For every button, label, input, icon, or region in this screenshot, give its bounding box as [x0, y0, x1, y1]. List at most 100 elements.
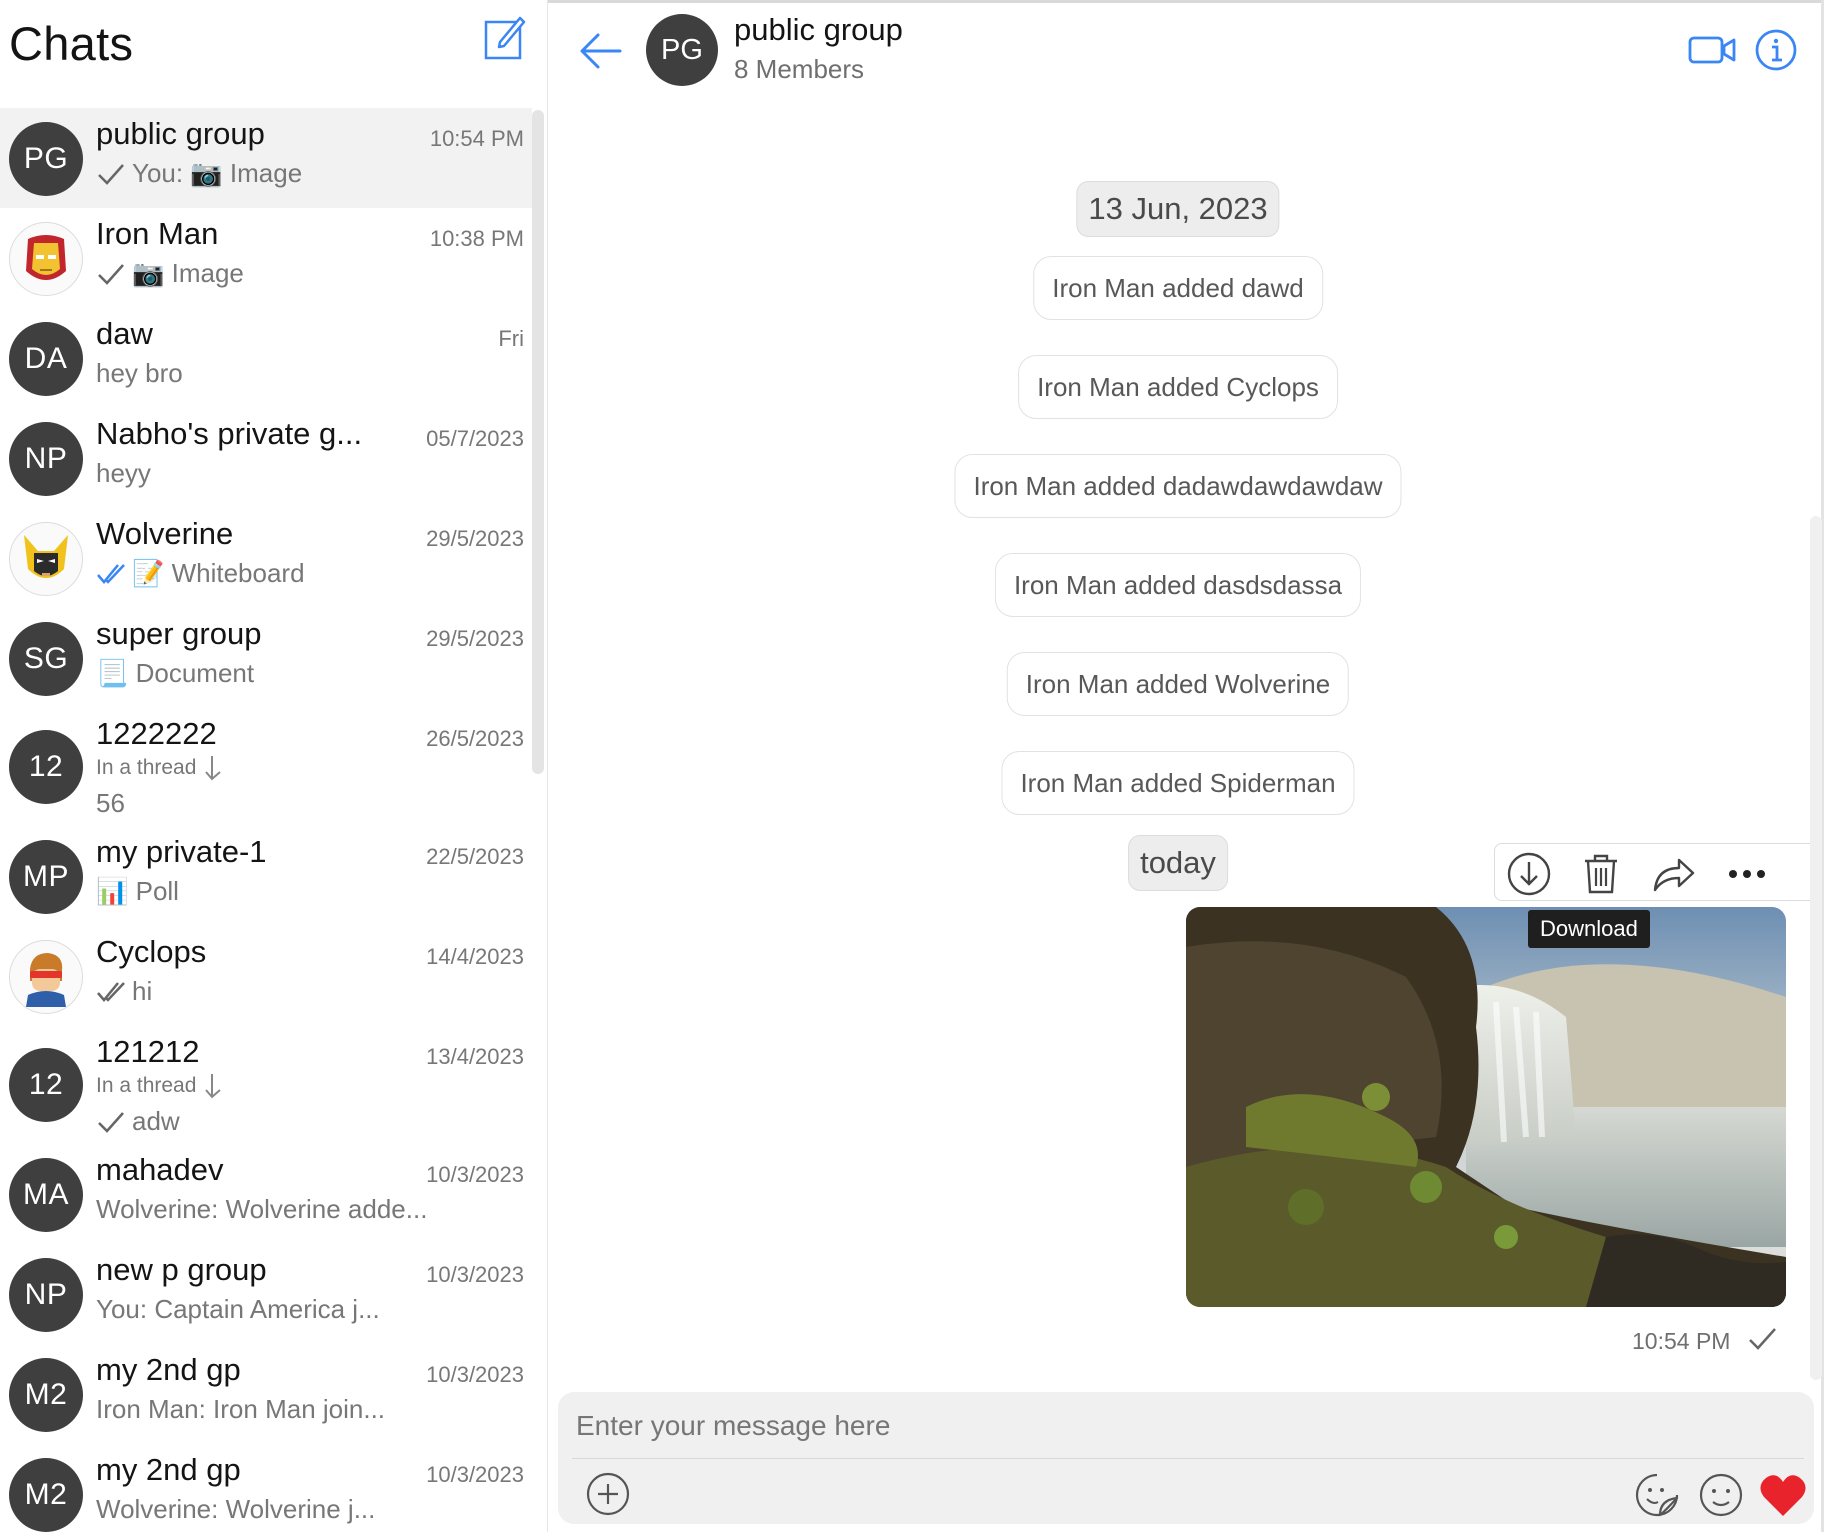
check-icon: [98, 1111, 124, 1133]
video-call-icon[interactable]: [1688, 34, 1736, 66]
message-action-bar: [1494, 843, 1818, 901]
check-icon: [98, 163, 124, 185]
check-icon: [1749, 1328, 1776, 1350]
action-message: Iron Man added Cyclops: [1018, 355, 1338, 419]
avatar: M2: [9, 1358, 83, 1432]
chat-time: 10:54 PM: [429, 126, 524, 151]
date-separator: today: [1128, 835, 1228, 891]
image-message[interactable]: [1186, 907, 1786, 1307]
chat-name: Iron Man: [96, 216, 219, 251]
chat-preview-row: Wolverine: Wolverine j...: [96, 1494, 375, 1525]
info-icon[interactable]: [1754, 28, 1798, 72]
double-check-icon: [97, 981, 125, 1002]
chat-item-iron-man[interactable]: Iron Man 10:38 PM 📷 Image: [0, 208, 532, 308]
conversation-panel: PG public group 8 Members 13 Jun, 2023 I…: [548, 0, 1824, 1532]
chat-name: 1222222: [96, 716, 217, 751]
chat-time: 10/3/2023: [426, 1162, 524, 1187]
chat-preview-row: Iron Man: Iron Man join...: [96, 1394, 385, 1425]
chat-item-my-private-1[interactable]: MP my private-1 22/5/2023 📊 Poll: [0, 826, 532, 926]
chat-time: 10/3/2023: [426, 1362, 524, 1387]
chat-sidebar: Chats PG public group 10:54 PM You: 📷 Im…: [0, 0, 548, 1532]
chat-preview: You: Captain America j...: [96, 1294, 380, 1324]
chat-name: my 2nd gp: [96, 1352, 241, 1387]
chat-item-mahadev[interactable]: MA mahadev 10/3/2023 Wolverine: Wolverin…: [0, 1144, 532, 1244]
download-icon[interactable]: [1507, 852, 1551, 896]
forward-icon[interactable]: [1651, 852, 1695, 896]
chat-preview-row: 📷 Image: [96, 258, 244, 289]
chat-preview: 📝 Whiteboard: [132, 558, 305, 588]
message-input[interactable]: [574, 1400, 1678, 1452]
wolverine-avatar-icon: [24, 535, 68, 578]
chat-preview: 56: [96, 788, 125, 818]
chat-name: public group: [96, 116, 265, 151]
thread-arrow-icon: [205, 1074, 222, 1099]
compose-icon[interactable]: [484, 14, 526, 62]
message-time: 10:54 PM: [1632, 1328, 1731, 1354]
chat-item-1222222[interactable]: 12 1222222 26/5/2023 In a thread 56: [0, 708, 532, 826]
avatar: 12: [9, 1048, 83, 1122]
chat-name: 121212: [96, 1034, 200, 1069]
chat-preview-row: 📝 Whiteboard: [96, 558, 305, 589]
action-message: Iron Man added Wolverine: [1006, 652, 1350, 716]
chat-preview-row: hi: [96, 976, 152, 1007]
chat-preview: You: 📷 Image: [132, 158, 303, 188]
action-message: Iron Man added dasdsdassa: [994, 553, 1362, 617]
chat-preview-row: Wolverine: Wolverine adde...: [96, 1194, 427, 1225]
chat-item-my-2nd-gp[interactable]: M2 my 2nd gp 10/3/2023 Iron Man: Iron Ma…: [0, 1344, 532, 1444]
chat-item-daw[interactable]: DA daw Fri hey bro: [0, 308, 532, 408]
avatar: [9, 222, 83, 296]
more-icon[interactable]: [1725, 852, 1769, 896]
chat-item-new-p-group[interactable]: NP new p group 10/3/2023 You: Captain Am…: [0, 1244, 532, 1344]
iron-man-avatar-icon: [26, 235, 66, 280]
chat-name: my private-1: [96, 834, 267, 869]
chat-item-super-group[interactable]: SG super group 29/5/2023 📃 Document: [0, 608, 532, 708]
chat-name: daw: [96, 316, 153, 351]
sidebar-scrollbar[interactable]: [532, 110, 544, 774]
action-message: Iron Man added dawd: [1033, 256, 1323, 320]
chat-preview: adw: [132, 1106, 180, 1136]
thread-arrow-icon: [205, 756, 222, 781]
chat-item-cyclops[interactable]: Cyclops 14/4/2023 hi: [0, 926, 532, 1026]
chat-item-my-2nd-gp[interactable]: M2 my 2nd gp 10/3/2023 Wolverine: Wolver…: [0, 1444, 532, 1532]
chat-preview-row: 56: [96, 788, 125, 819]
trash-icon[interactable]: [1579, 852, 1623, 896]
chat-name: Wolverine: [96, 516, 234, 551]
avatar: [9, 940, 83, 1014]
conversation-scrollbar[interactable]: [1810, 516, 1822, 1380]
emoji-icon[interactable]: [1698, 1472, 1744, 1518]
chat-item-public-group[interactable]: PG public group 10:54 PM You: 📷 Image: [0, 108, 532, 208]
chat-name: my 2nd gp: [96, 1452, 241, 1487]
chat-time: 13/4/2023: [426, 1044, 524, 1069]
avatar: NP: [9, 1258, 83, 1332]
chat-preview: Wolverine: Wolverine j...: [96, 1494, 376, 1524]
heart-icon[interactable]: [1758, 1472, 1808, 1518]
back-arrow-icon[interactable]: [578, 30, 624, 72]
chat-preview: 📷 Image: [132, 258, 244, 288]
sticker-icon[interactable]: [1634, 1472, 1680, 1518]
chat-item-121212[interactable]: 12 121212 13/4/2023 In a thread adw: [0, 1026, 532, 1144]
thread-label: In a thread: [96, 756, 197, 779]
action-message: Iron Man added Spiderman: [1001, 751, 1355, 815]
chat-name: Cyclops: [96, 934, 207, 969]
chat-preview: hi: [132, 976, 153, 1006]
plus-icon[interactable]: [586, 1472, 630, 1516]
chat-preview: heyy: [96, 458, 151, 488]
chat-preview: Wolverine: Wolverine adde...: [96, 1194, 428, 1224]
chat-time: 05/7/2023: [426, 426, 524, 451]
member-count: 8 Members: [734, 54, 865, 84]
avatar: [9, 522, 83, 596]
chat-item-nabhos-private-group[interactable]: NP Nabho's private g... 05/7/2023 heyy: [0, 408, 532, 508]
thread-label-row: In a thread: [96, 754, 226, 782]
chat-preview: hey bro: [96, 358, 183, 388]
group-name: public group: [734, 12, 903, 47]
chat-preview-row: adw: [96, 1106, 180, 1137]
chat-time: 26/5/2023: [426, 726, 524, 751]
group-avatar[interactable]: PG: [646, 14, 718, 86]
chat-item-wolverine[interactable]: Wolverine 29/5/2023 📝 Whiteboard: [0, 508, 532, 608]
waterfall-photo: [1186, 907, 1786, 1307]
avatar: MA: [9, 1158, 83, 1232]
composer-divider: [572, 1458, 1804, 1459]
chat-time: Fri: [498, 326, 524, 351]
avatar: 12: [9, 730, 83, 804]
chat-preview-row: hey bro: [96, 358, 183, 389]
